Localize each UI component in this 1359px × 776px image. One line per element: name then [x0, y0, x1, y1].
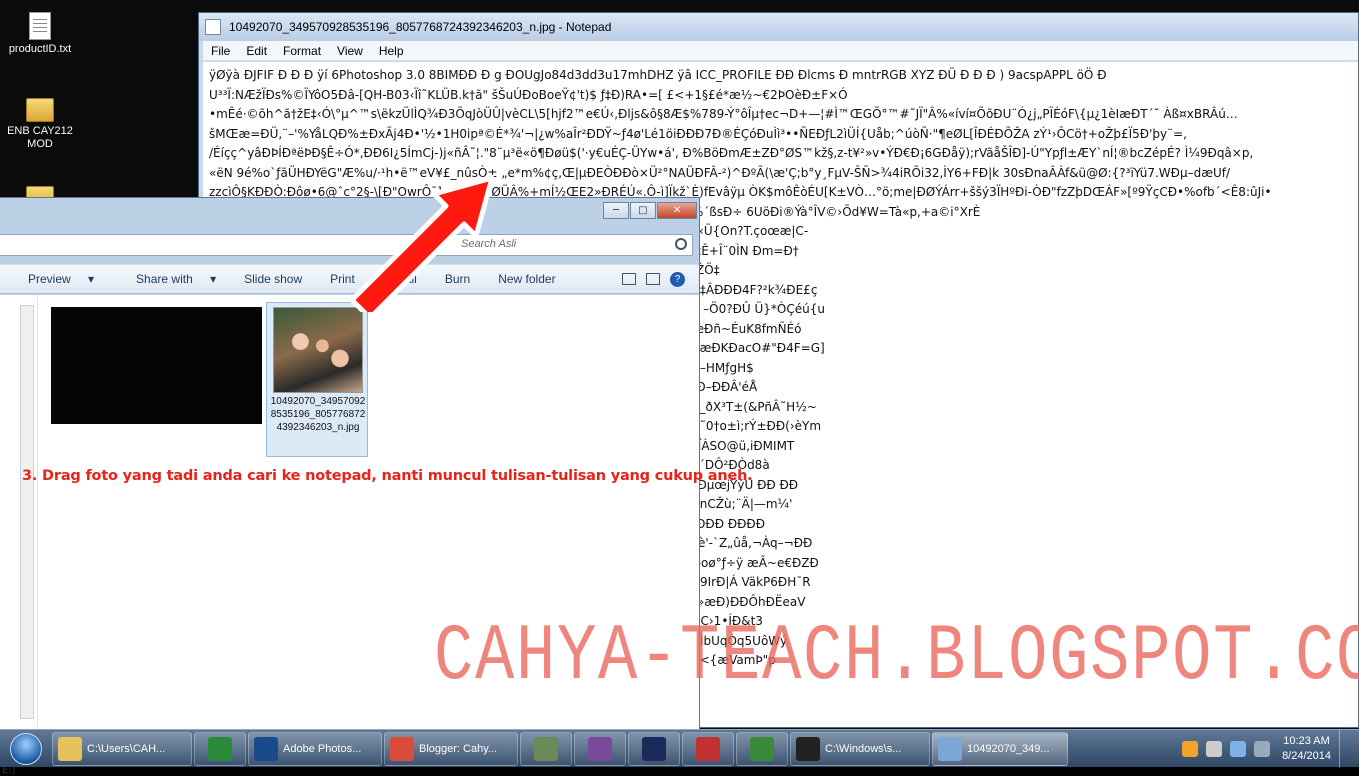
powershell-icon [642, 736, 666, 761]
taskbar-items: C:\Users\CAH... Adobe Photos... Blogger: C… [52, 730, 1070, 768]
text-file-icon [29, 12, 51, 40]
notepad-menubar: File Edit Format View Help [203, 41, 1358, 61]
taskbar-button-label: Adobe Photos... [283, 742, 362, 755]
share-with-button[interactable]: Share with ▾ [108, 272, 230, 286]
clock-date: 8/24/2014 [1282, 749, 1331, 762]
instruction-caption: 3. Drag foto yang tadi anda cari ke note… [22, 468, 753, 484]
maximize-button[interactable]: □ [630, 202, 656, 219]
menu-help[interactable]: Help [371, 44, 412, 58]
navigation-pane: E:) [0, 295, 38, 776]
taskbar-button[interactable]: Blogger: Cahy... [384, 731, 518, 766]
notepad-icon [938, 736, 962, 761]
taskbar-button[interactable] [520, 731, 572, 766]
taskbar-button[interactable]: C:\Users\CAH... [52, 731, 192, 766]
minimize-button[interactable]: ─ [603, 202, 629, 219]
folder-icon [58, 736, 82, 761]
folder-icon [26, 98, 54, 122]
taskbar-button[interactable] [682, 731, 734, 766]
taskbar-button[interactable] [574, 731, 626, 766]
desktop-icon-label: productID.txt [8, 43, 72, 55]
red-arrow-icon [349, 175, 495, 312]
taskbar-button[interactable] [194, 731, 246, 766]
notepad-icon [205, 19, 221, 35]
preview-button[interactable]: Preview ▾ [0, 272, 108, 286]
desktop-icon-label: ENB CAY212 MOD [7, 125, 73, 150]
taskbar-button-label: C:\Users\CAH... [87, 742, 166, 755]
file-label: 10492070_349570928535196_805776872439234… [270, 396, 366, 433]
notepad-line: •mÊé·©õh^ã†žE‡‹Ó\°µ^™s\ëkzÜlÌQ¾Ð3ÕqJòÜÛ|… [209, 107, 1238, 121]
taskbar-button[interactable]: 10492070_349... [932, 731, 1068, 766]
volume-icon[interactable] [1254, 740, 1271, 757]
start-button[interactable] [0, 730, 52, 768]
network-icon [534, 736, 558, 761]
menu-format[interactable]: Format [275, 44, 329, 58]
clock-time: 10:23 AM [1283, 734, 1330, 747]
taskbar-button[interactable] [736, 731, 788, 766]
menu-file[interactable]: File [203, 44, 238, 58]
taskbar-button[interactable] [628, 731, 680, 766]
tray-app-icon[interactable] [1182, 740, 1199, 757]
view-tools: ? [608, 271, 699, 287]
desktop-icon-productid[interactable]: productID.txt [2, 12, 78, 56]
desktop-icon-enb[interactable]: ENB CAY212 MOD [2, 98, 78, 151]
taskbar-button-label: C:\Windows\s... [825, 742, 902, 755]
tray-arrow-icon[interactable] [1206, 740, 1223, 757]
cmd-icon [796, 736, 820, 761]
share-with-label: Share with [136, 272, 193, 286]
photoshop-icon [254, 736, 278, 761]
menu-view[interactable]: View [329, 44, 371, 58]
record-icon [696, 736, 720, 761]
windows-logo-icon [10, 732, 42, 765]
app-swirl-icon [588, 736, 612, 761]
black-image-thumbnail[interactable] [51, 307, 262, 424]
window-controls: ─ □ ✕ [603, 202, 697, 219]
taskbar-button[interactable]: Adobe Photos... [248, 731, 382, 766]
show-desktop-button[interactable] [1339, 729, 1351, 768]
taskbar-button[interactable]: C:\Windows\s... [790, 731, 930, 766]
clock[interactable]: 10:23 AM 8/24/2014 [1282, 734, 1331, 764]
close-button[interactable]: ✕ [657, 202, 697, 219]
slide-show-button[interactable]: Slide show [230, 272, 316, 286]
preview-label: Preview [28, 272, 71, 286]
notepad-titlebar[interactable]: 10492070_349570928535196_805776872439234… [199, 13, 1358, 41]
preview-pane-icon[interactable] [646, 273, 660, 285]
idm-icon [208, 736, 232, 761]
taskbar-button-label: 10492070_349... [967, 742, 1050, 755]
chrome-icon [390, 736, 414, 761]
watermark: CAHYA-TEACH.BLOGSPOT.COM [434, 612, 1359, 703]
system-tray: 10:23 AM 8/24/2014 [1178, 729, 1359, 768]
notepad-line: šMŒæ=ÐÜ,¨–'%YåLQÐ%±ÐxÃj4Ð•'½•1H0ipª©É*¾'… [209, 126, 1187, 141]
nav-scrollbar[interactable] [20, 305, 34, 719]
taskbar-button-label: Blogger: Cahy... [419, 742, 498, 755]
search-icon[interactable] [675, 238, 687, 250]
view-options-icon[interactable] [622, 273, 636, 285]
taskbar: C:\Users\CAH... Adobe Photos... Blogger: C… [0, 729, 1359, 768]
photo-thumbnail [273, 307, 363, 393]
notepad-line: ÿØÿà ÐJFIF Ð Ð Ð ÿí 6Photoshop 3.0 8BIMÐ… [209, 68, 1107, 82]
help-icon[interactable]: ? [670, 271, 685, 287]
notepad-line: U³³Ï:NÆžÏÐs%©ÏYôO5Ðâ-[QH-B03‹Ïî˜KLÜB.k†ã… [209, 87, 848, 102]
notepad-line: /Éíçç^yâÐÞÍÐªëÞÐ§Ê÷Ó*,ÐÐ6I¿5ÍmCj-)j«ñÂ˜¦… [209, 146, 1254, 160]
menu-edit[interactable]: Edit [238, 44, 275, 58]
camtasia-icon [750, 736, 774, 761]
network-status-icon[interactable] [1230, 740, 1247, 757]
notepad-title: 10492070_349570928535196_805776872439234… [229, 20, 612, 34]
photo-file-item[interactable]: 10492070_349570928535196_805776872439234… [266, 302, 368, 457]
